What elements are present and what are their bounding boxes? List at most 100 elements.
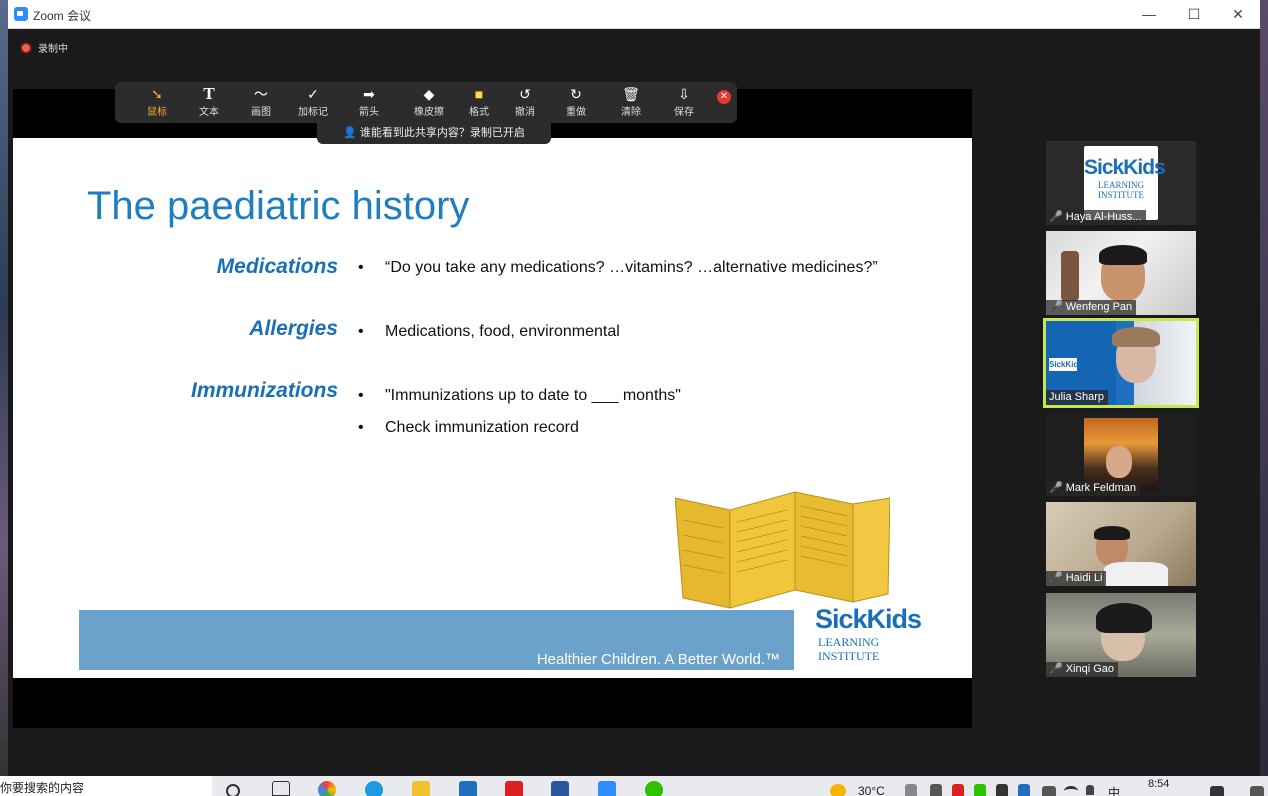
participant-tile[interactable]: 🎤 Mark Feldman (1046, 412, 1196, 496)
format-icon: ■ (474, 86, 484, 102)
tool-text-button[interactable]: T 文本 (187, 85, 231, 121)
save-icon: ⇩ (678, 86, 690, 102)
bullet-dot: • (358, 419, 364, 436)
bullet-dot: • (358, 323, 364, 340)
participant-name: Julia Sharp (1049, 391, 1105, 403)
participant-tile[interactable]: 🎤 Wenfeng Pan (1046, 231, 1196, 315)
zoom-app-icon (14, 7, 28, 21)
mic-muted-icon: 🎤 (1049, 663, 1063, 675)
volume-icon[interactable] (1086, 785, 1094, 795)
shared-screen: The paediatric history Medications • “Do… (13, 89, 972, 728)
immunization-card-image (675, 491, 890, 609)
participant-tile[interactable]: 🎤 Xinqi Gao (1046, 593, 1196, 677)
battery-icon[interactable] (1042, 786, 1056, 796)
bullet-dot: • (358, 387, 364, 404)
tool-trash-button[interactable]: 🗑 清除 (609, 85, 653, 121)
bullet-dot: • (358, 259, 364, 276)
slide-footer-bar: Healthier Children. A Better World.™ (79, 610, 794, 670)
tool-label: 重做 (566, 107, 586, 118)
logo-line-2: INSTITUTE (818, 649, 880, 663)
file-explorer-icon[interactable] (412, 781, 430, 796)
title-bar[interactable]: Zoom 会议 — ☐ ✕ (8, 0, 1260, 29)
weather-temperature[interactable]: 30°C (858, 784, 885, 796)
close-button[interactable]: ✕ (1223, 4, 1253, 24)
participant-name-label: 🎤 Xinqi Gao (1046, 662, 1119, 677)
action-center-icon[interactable] (1250, 786, 1264, 796)
draw-icon: 〜 (254, 86, 268, 102)
windows-taskbar: 你要搜索的内容 30°C 中 8:54 (0, 776, 1268, 796)
mic-muted-icon: 🎤 (1049, 211, 1063, 223)
mail-icon[interactable] (459, 781, 477, 796)
wechat-icon[interactable] (645, 781, 663, 796)
zoom-taskbar-icon[interactable] (598, 781, 616, 796)
tool-label: 箭头 (359, 107, 379, 118)
tool-undo-button[interactable]: ↺ 撤消 (503, 85, 547, 121)
desktop-background-right (1260, 0, 1268, 776)
task-view-icon[interactable] (272, 781, 290, 796)
participant-shirt (1104, 562, 1168, 586)
mic-muted-icon: 🎤 (1049, 572, 1063, 584)
section-label-medications: Medications (216, 255, 338, 278)
tool-mouse-pointer-button[interactable]: ➘ 鼠标 (135, 85, 179, 121)
participant-name-label: 🎤 Mark Feldman (1046, 481, 1140, 496)
background-logo: SickKids (1049, 358, 1083, 371)
taskbar-search-input[interactable]: 你要搜索的内容 (0, 776, 212, 796)
participant-tile-active-speaker[interactable]: SickKids Julia Sharp (1043, 318, 1199, 408)
youdao-icon[interactable] (505, 781, 523, 796)
search-icon[interactable] (226, 784, 240, 796)
maximize-button[interactable]: ☐ (1179, 4, 1209, 24)
word-icon[interactable] (551, 781, 569, 796)
participant-tile[interactable]: SickKids LEARNING INSTITUTE 🎤 Haya Al-Hu… (1046, 141, 1196, 225)
participant-name: Mark Feldman (1065, 482, 1136, 494)
participant-name-label: 🎤 Haya Al-Huss... (1046, 210, 1146, 225)
tool-stamp-button[interactable]: ✓ 加标记 (291, 85, 335, 121)
share-visibility-notice[interactable]: 👤 谁能看到此共享内容？录制已开启 (317, 123, 551, 144)
tool-save-button[interactable]: ⇩ 保存 (662, 85, 706, 121)
tray-icon[interactable] (996, 784, 1008, 796)
tool-redo-button[interactable]: ↻ 重做 (554, 85, 598, 121)
tray-icon[interactable] (905, 784, 917, 796)
clock[interactable]: 8:54 (1148, 778, 1169, 790)
tool-label: 清除 (621, 107, 641, 118)
avatar-logo-line-1: LEARNING (1098, 180, 1144, 190)
toolbar-close-icon[interactable]: ✕ (717, 90, 731, 104)
chrome-icon[interactable] (318, 781, 336, 796)
wifi-icon[interactable] (1064, 786, 1078, 796)
recording-indicator[interactable]: 录制中 (20, 40, 68, 55)
section-label-immunizations: Immunizations (190, 379, 338, 402)
tool-label: 橡皮擦 (414, 107, 444, 118)
eraser-icon: ◆ (423, 86, 435, 102)
participant-name: Wenfeng Pan (1065, 301, 1133, 313)
recording-dot-icon (20, 41, 32, 54)
mic-muted-icon: 🎤 (1049, 482, 1063, 494)
trash-icon: 🗑 (622, 86, 640, 102)
text-icon: T (203, 84, 215, 103)
tool-eraser-button[interactable]: ◆ 橡皮擦 (407, 85, 451, 121)
tray-icon[interactable] (952, 784, 964, 796)
participant-name-label: 🎤 Wenfeng Pan (1046, 300, 1137, 315)
participant-name: Haya Al-Huss... (1065, 211, 1142, 223)
tool-arrow-button[interactable]: ➡ 箭头 (347, 85, 391, 121)
tray-icon[interactable] (930, 784, 942, 796)
tray-icon[interactable] (1018, 784, 1030, 796)
tray-icon[interactable] (974, 784, 986, 796)
annotation-toolbar: ➘ 鼠标 T 文本 〜画图 ✓ 加标记 ➡ 箭头 ◆ 橡皮擦 ■ 格式 ↺ 撤消 ↻ 重做 🗑 清除 ⇩ 保存 (115, 82, 737, 123)
participant-hair (1094, 526, 1130, 540)
participant-name-label: 🎤 Haidi Li (1046, 571, 1107, 586)
tool-label: 鼠标 (147, 107, 167, 118)
share-notice-text: 谁能看到此共享内容？录制已开启 (359, 127, 525, 139)
participant-tile[interactable]: 🎤 Haidi Li (1046, 502, 1196, 586)
participant-hair (1099, 245, 1147, 265)
tool-format-button[interactable]: ■ 格式 (457, 85, 501, 121)
tool-draw-button[interactable]: 〜画图 (239, 85, 283, 121)
mouse-pointer-icon: ➘ (151, 86, 163, 102)
sickkids-logo: SickKids LEARNING INSTITUTE (815, 604, 922, 663)
arrow-icon: ➡ (363, 86, 375, 102)
redo-icon: ↻ (570, 86, 582, 102)
edge-icon[interactable] (365, 781, 383, 796)
input-method-indicator[interactable]: 中 (1108, 784, 1120, 796)
bullet-medications: “Do you take any medications? …vitamins?… (385, 259, 878, 276)
notification-icon[interactable] (1210, 786, 1224, 796)
participant-hair (1096, 603, 1152, 633)
minimize-button[interactable]: — (1134, 4, 1164, 24)
